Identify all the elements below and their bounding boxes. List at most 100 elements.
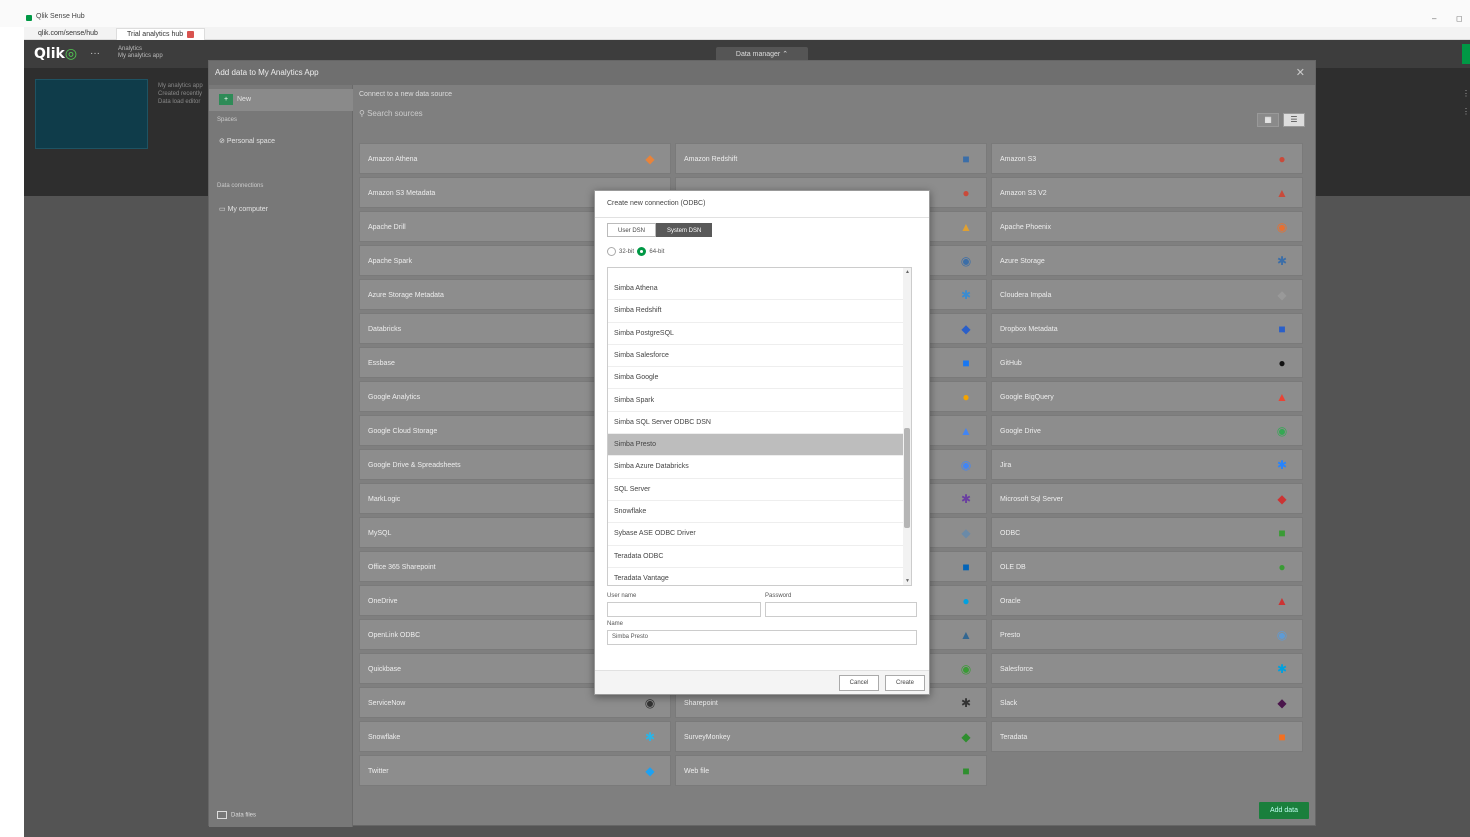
source-card[interactable]: Google Drive ◉ (991, 415, 1303, 446)
dsn-list-item[interactable]: Simba SQL Server ODBC DSN (608, 412, 908, 435)
password-label: Password (765, 593, 792, 599)
source-card[interactable]: Amazon S3 V2 ▲ (991, 177, 1303, 208)
source-card-label: MySQL (368, 530, 392, 537)
breadcrumb[interactable]: Analytics My analytics app (118, 46, 163, 60)
source-card-label: GitHub (1000, 360, 1022, 367)
source-card[interactable]: Twitter ◆ (359, 755, 671, 786)
radio-64bit[interactable] (637, 247, 647, 256)
scroll-down-icon[interactable]: ▼ (905, 578, 910, 584)
source-card[interactable]: Slack ◆ (991, 687, 1303, 718)
dsn-list-item[interactable]: Snowflake (608, 501, 908, 524)
dsn-list-item[interactable]: Simba Presto (608, 434, 908, 457)
source-logo-icon: ◉ (960, 662, 972, 676)
source-card[interactable]: Cloudera Impala ◆ (991, 279, 1303, 310)
source-card[interactable]: SurveyMonkey ◆ (675, 721, 987, 752)
data-files-link[interactable]: Data files (217, 811, 256, 819)
source-card[interactable]: OLE DB ● (991, 551, 1303, 582)
source-card[interactable]: Oracle ▲ (991, 585, 1303, 616)
tab-user-dsn[interactable]: User DSN (607, 223, 657, 237)
sidebar-item-personal[interactable]: ⊘ Personal space (209, 131, 353, 153)
radio-32bit[interactable] (607, 247, 616, 256)
source-logo-icon: ▲ (1276, 390, 1288, 404)
cancel-button[interactable]: Cancel (839, 675, 879, 691)
source-card-label: Dropbox Metadata (1000, 326, 1058, 333)
source-card-label: Quickbase (368, 666, 402, 673)
dsn-list-item[interactable]: SQL Server (608, 479, 908, 501)
source-card-label: Azure Storage (1000, 258, 1045, 265)
source-logo-icon: ✱ (960, 696, 972, 710)
source-card[interactable]: Amazon Athena ◆ (359, 143, 671, 174)
source-card-label: Azure Storage Metadata (368, 292, 444, 299)
source-card[interactable]: Snowflake ✱ (359, 721, 671, 752)
list-view-button[interactable]: ☰ (1283, 113, 1305, 127)
source-card[interactable]: Microsoft Sql Server ◆ (991, 483, 1303, 514)
source-card[interactable]: Web file ■ (675, 755, 987, 786)
source-card[interactable]: Azure Storage ✱ (991, 245, 1303, 276)
source-logo-icon: ✱ (1276, 458, 1288, 472)
dsn-list-item[interactable]: Simba Athena (608, 278, 908, 301)
source-card-label: ServiceNow (368, 700, 406, 707)
scroll-up-icon[interactable]: ▲ (905, 269, 910, 275)
close-tab-icon[interactable] (187, 30, 195, 38)
source-logo-icon: ◉ (1276, 220, 1288, 234)
dsn-list-item[interactable]: Simba Azure Databricks (608, 456, 908, 479)
browser-tab[interactable]: qlik.com/sense/hub (28, 28, 108, 40)
source-card-label: Web file (684, 768, 710, 775)
tab-label: Trial analytics hub (127, 31, 184, 38)
app-info: My analytics app Created recently Data l… (158, 82, 203, 106)
source-card[interactable]: Teradata ■ (991, 721, 1303, 752)
dsn-list-item[interactable]: Teradata ODBC (608, 546, 908, 568)
window-title: Qlik Sense Hub (36, 13, 85, 20)
minimize-button[interactable]: – (1432, 14, 1436, 23)
source-card[interactable]: Google BigQuery ▲ (991, 381, 1303, 412)
dsn-list-item[interactable]: Simba Google (608, 367, 908, 390)
source-card[interactable]: Dropbox Metadata ■ (991, 313, 1303, 344)
dsn-list[interactable]: VerticaTeradata VantageTeradata ODBCSyba… (607, 267, 912, 586)
dsn-list-item[interactable]: Simba Spark (608, 390, 908, 412)
search-placeholder: Search sources (367, 109, 423, 118)
username-field[interactable] (607, 602, 761, 617)
list-scrollbar[interactable]: ▲ ▼ (903, 268, 911, 585)
source-card-label: MarkLogic (368, 496, 401, 503)
section-spaces: Spaces (217, 117, 238, 123)
source-card[interactable]: Apache Phoenix ◉ (991, 211, 1303, 242)
source-card[interactable]: Salesforce ✱ (991, 653, 1303, 684)
sidebar-item-my-computer[interactable]: ▭ My computer (209, 199, 353, 221)
dsn-list-item[interactable]: Simba Redshift (608, 300, 908, 323)
source-card[interactable]: ODBC ■ (991, 517, 1303, 548)
app-info-line: Data load editor (158, 99, 201, 105)
crumb-app: My analytics app (118, 53, 163, 59)
source-card[interactable]: Amazon S3 ● (991, 143, 1303, 174)
browser-tab-active[interactable]: Trial analytics hub (116, 28, 206, 40)
header-action-button[interactable] (1462, 44, 1470, 64)
close-icon[interactable]: ✕ (1296, 66, 1305, 79)
qlik-logo[interactable]: Qlik◎ (34, 46, 77, 62)
source-card[interactable]: Amazon Redshift ■ (675, 143, 987, 174)
add-data-button[interactable]: Add data (1259, 802, 1309, 819)
scroll-thumb[interactable] (904, 428, 910, 528)
app-thumbnail[interactable] (35, 79, 148, 149)
sidebar-item-new[interactable]: + New (209, 89, 353, 111)
create-button[interactable]: Create (885, 675, 925, 691)
connection-name-field[interactable]: Simba Presto (607, 630, 917, 645)
source-logo-icon: ✱ (960, 492, 972, 506)
source-card[interactable]: Presto ◉ (991, 619, 1303, 650)
grid-view-button[interactable]: ▦ (1257, 113, 1279, 127)
dsn-list-item[interactable]: Simba PostgreSQL (608, 323, 908, 345)
search-input[interactable]: ⚲ Search sources (359, 109, 559, 123)
dsn-list-item[interactable]: Simba Salesforce (608, 345, 908, 368)
side-actions[interactable]: ⋮ ⋮ (1462, 85, 1470, 121)
dsn-list-item[interactable]: Sybase ASE ODBC Driver (608, 523, 908, 546)
more-icon[interactable]: ··· (90, 48, 100, 59)
source-logo-icon: ◆ (645, 764, 655, 778)
source-logo-icon: ● (962, 390, 970, 404)
browser-tabs: qlik.com/sense/hub Trial analytics hub (24, 27, 1470, 40)
tab-system-dsn[interactable]: System DSN (656, 223, 713, 237)
source-logo-icon: ■ (962, 560, 970, 574)
source-card[interactable]: GitHub ● (991, 347, 1303, 378)
source-card[interactable]: Jira ✱ (991, 449, 1303, 480)
view-toggle: ▦ ☰ (1257, 113, 1305, 127)
dsn-list-item[interactable]: Teradata Vantage (608, 568, 908, 585)
password-field[interactable] (765, 602, 917, 617)
restore-button[interactable]: ◻ (1456, 14, 1463, 23)
